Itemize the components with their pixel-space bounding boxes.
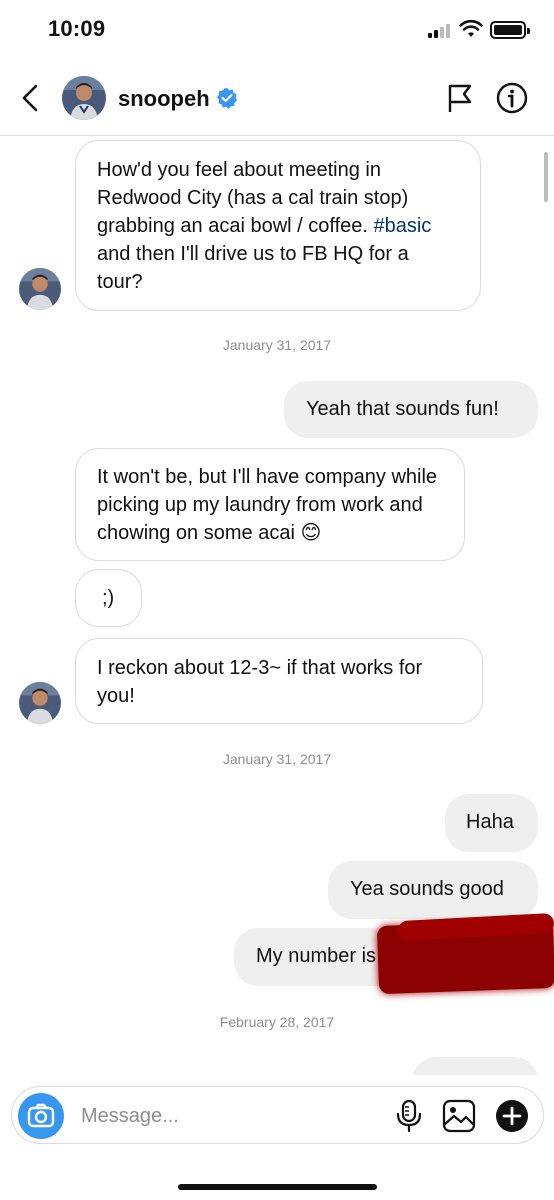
- message-text: Haha: [466, 811, 514, 833]
- hashtag-link[interactable]: #basic: [373, 215, 431, 237]
- sender-avatar[interactable]: [19, 268, 61, 310]
- message-text: Yeah that sounds fun!: [306, 398, 499, 420]
- message-text: Yea sounds good: [350, 878, 504, 900]
- conversation-header: snoopeh: [0, 60, 554, 136]
- date-separator: January 31, 2017: [222, 337, 332, 353]
- flag-icon[interactable]: [444, 82, 476, 114]
- message-text: ;): [102, 587, 115, 609]
- incoming-message[interactable]: ;): [75, 569, 142, 627]
- outgoing-message[interactable]: Yea sounds good: [328, 861, 538, 919]
- sender-avatar[interactable]: [19, 682, 61, 724]
- microphone-icon[interactable]: [394, 1099, 424, 1133]
- emoji: 😊: [300, 522, 322, 544]
- scrollbar[interactable]: [544, 152, 548, 202]
- status-bar: 10:09: [0, 0, 554, 60]
- gallery-icon[interactable]: [442, 1099, 476, 1133]
- wifi-icon: [459, 19, 483, 37]
- camera-button[interactable]: [18, 1093, 64, 1139]
- battery-level: [494, 25, 522, 35]
- message-thread[interactable]: How'd you feel about meeting in Redwood …: [0, 137, 554, 1075]
- battery-icon: [490, 21, 530, 39]
- date-separator: February 28, 2017: [219, 1014, 335, 1030]
- date-separator: January 31, 2017: [222, 751, 332, 767]
- info-icon[interactable]: [496, 82, 528, 114]
- incoming-message[interactable]: How'd you feel about meeting in Redwood …: [75, 140, 481, 311]
- outgoing-message[interactable]: Haha: [445, 794, 538, 852]
- outgoing-message[interactable]: [412, 1057, 538, 1075]
- username[interactable]: snoopeh: [118, 86, 210, 112]
- home-indicator[interactable]: [178, 1184, 377, 1190]
- chevron-left-icon[interactable]: [16, 82, 44, 114]
- avatar[interactable]: [62, 76, 106, 120]
- status-time: 10:09: [48, 16, 106, 41]
- camera-icon: [27, 1103, 55, 1128]
- message-text: How'd you feel about meeting in Redwood …: [97, 159, 409, 237]
- message-text: I reckon about 12-3~ if that works for y…: [97, 657, 423, 707]
- incoming-message[interactable]: I reckon about 12-3~ if that works for y…: [75, 638, 483, 724]
- outgoing-message[interactable]: Yeah that sounds fun!: [284, 381, 538, 438]
- verified-badge-icon: [217, 88, 237, 109]
- cellular-signal-icon: [428, 24, 454, 38]
- message-text: and then I'll drive us to FB HQ for a to…: [97, 243, 409, 293]
- plus-icon[interactable]: [495, 1099, 529, 1133]
- message-text: It won't be, but I'll have company while…: [97, 466, 438, 544]
- incoming-message[interactable]: It won't be, but I'll have company while…: [75, 448, 465, 561]
- message-input[interactable]: [81, 1101, 371, 1131]
- message-composer: [11, 1086, 544, 1144]
- message-text: My number is: [256, 945, 377, 967]
